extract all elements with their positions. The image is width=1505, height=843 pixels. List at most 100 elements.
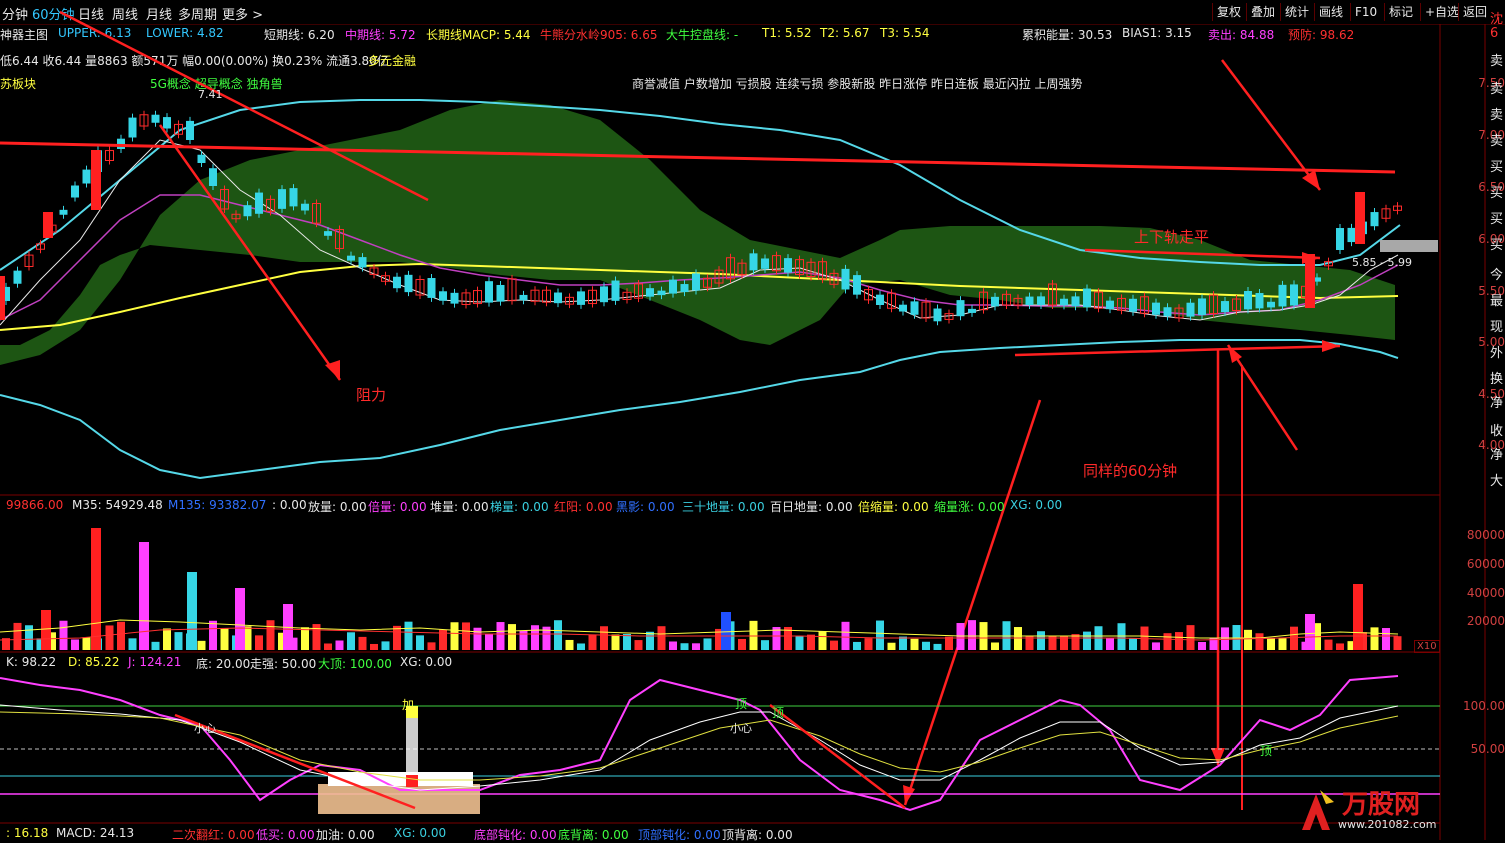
volume-bar — [669, 641, 677, 650]
candle-body — [324, 231, 332, 236]
right-column-char: 6 — [1490, 26, 1499, 41]
candle-body — [1255, 293, 1264, 309]
candle-body — [899, 304, 907, 312]
volume-bar — [1324, 639, 1333, 650]
volume-bar — [25, 625, 33, 650]
volume-bar — [139, 542, 149, 650]
candle-body — [404, 274, 413, 293]
volume-bar — [128, 638, 137, 650]
kdj-top-label: 顶 — [735, 697, 748, 711]
volume-bar — [381, 641, 390, 650]
volume-bar — [887, 642, 896, 650]
bottom-v-value: : 16.18 — [6, 826, 49, 840]
volume-bar — [1353, 584, 1363, 650]
volume-bar — [324, 643, 332, 650]
volume-bar — [956, 623, 965, 650]
candle-body — [841, 268, 850, 290]
volume-unit: X10 — [1414, 640, 1440, 653]
candle-body — [761, 258, 769, 269]
range-box — [1380, 240, 1438, 252]
volume-xg-value: XG: 0.00 — [1010, 498, 1063, 512]
candle-body — [680, 284, 689, 293]
volume-m35-value: M35: 54929.48 — [72, 498, 163, 512]
candle-body — [1290, 284, 1298, 306]
candle-body — [600, 286, 608, 303]
volume-bar — [187, 572, 197, 650]
volume-bar — [235, 588, 245, 650]
kdj-tick: 100.00 — [1463, 699, 1505, 713]
volume-bar — [197, 640, 206, 650]
candle-body — [646, 288, 654, 297]
volume-bar — [41, 610, 51, 650]
volume-bar — [945, 636, 953, 650]
volume-bar — [266, 620, 275, 650]
kdj-add-label: 加 — [402, 698, 415, 712]
volume-sanshi-value: 三十地量: 0.00 — [682, 500, 765, 514]
volume-bar — [1305, 614, 1315, 650]
candle-body — [1083, 288, 1091, 308]
candle-body — [1347, 227, 1356, 243]
volume-bar — [416, 635, 424, 650]
volume-bar — [59, 620, 68, 650]
volume-bar — [163, 628, 171, 650]
volume-tick: 40000 — [1466, 586, 1505, 600]
volume-bar — [1393, 636, 1402, 650]
right-column-char: 卖 — [1490, 82, 1504, 97]
red-arrow-line — [903, 399, 1042, 806]
volume-bar — [703, 638, 712, 650]
volume-bar — [427, 642, 436, 650]
right-column-char: 买 — [1490, 160, 1504, 175]
candle-body — [450, 292, 459, 304]
volume-bar — [301, 627, 309, 650]
right-column-char: 沈 — [1490, 12, 1504, 27]
kdj-d-value: D: 85.22 — [68, 655, 120, 669]
kdj-zq-value: 走强: 50.00 — [250, 657, 317, 671]
volume-bar — [1163, 633, 1172, 650]
candle-body — [876, 294, 884, 305]
red-horizontal-line — [0, 141, 1396, 174]
right-column-char: 卖 — [1490, 54, 1504, 69]
volume-hong-value: 红阳: 0.00 — [554, 500, 613, 514]
volume-bar — [853, 641, 861, 650]
right-column-char: 净 — [1490, 448, 1504, 463]
right-column-char: 今 — [1490, 268, 1504, 283]
k-line — [0, 704, 1399, 791]
volume-bar — [646, 631, 654, 650]
volume-an-value: 黑影: 0.00 — [616, 500, 675, 514]
candle-body — [278, 189, 286, 209]
volume-bar — [1106, 637, 1114, 650]
volume-beisuo-value: 倍缩量: 0.00 — [858, 500, 929, 514]
volume-bar — [1336, 643, 1344, 650]
volume-bar — [209, 620, 217, 650]
volume-series — [2, 528, 1402, 650]
volume-bar — [1255, 633, 1264, 650]
volume-bar — [830, 640, 838, 650]
candle-body — [611, 280, 620, 301]
volume-bar — [922, 641, 930, 650]
resistance-annotation: 阻力 — [356, 386, 387, 404]
volume-bar — [1221, 627, 1229, 650]
volume-bar — [991, 642, 999, 650]
volume-tick: 80000 — [1466, 528, 1505, 542]
candle-body — [496, 284, 505, 302]
lower-band-line — [0, 339, 1399, 480]
watermark-url: www.201082.com — [1338, 818, 1437, 831]
candle-body — [117, 138, 125, 149]
price-high-label: 7.41 — [198, 88, 223, 101]
right-column-char: 买 — [1490, 238, 1504, 253]
right-column-char: 外 — [1490, 346, 1504, 361]
candle-body — [13, 270, 22, 284]
volume-bar — [404, 621, 413, 650]
volume-bar — [1382, 628, 1390, 650]
candle-body — [347, 255, 355, 261]
candle-body — [59, 209, 68, 215]
volume-bar — [1290, 626, 1298, 650]
volume-bar — [174, 632, 183, 650]
kdj-top-label: 顶 — [1260, 744, 1273, 758]
candle-body — [197, 154, 206, 163]
volume-bar — [105, 625, 114, 650]
volume-m135-value: M135: 93382.07 — [168, 498, 267, 512]
volume-bar — [749, 620, 758, 650]
candle-body — [1163, 307, 1172, 317]
right-column-char: 净 — [1490, 396, 1504, 411]
